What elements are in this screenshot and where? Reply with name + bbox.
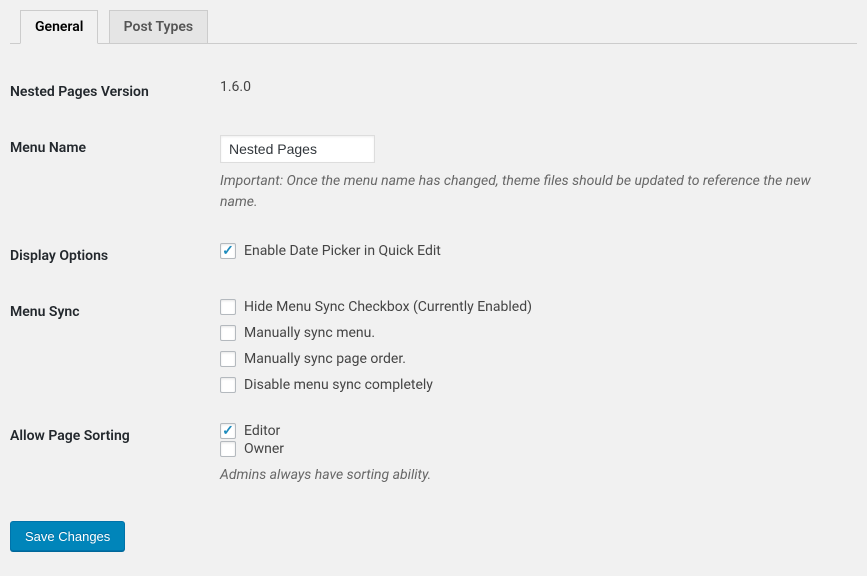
label-version: Nested Pages Version [10, 64, 210, 120]
label-role-owner: Owner [244, 441, 284, 457]
tab-general[interactable]: General [20, 10, 98, 44]
checkbox-role-owner[interactable] [220, 441, 236, 457]
checkbox-hide-menu-sync[interactable] [220, 299, 236, 315]
value-version: 1.6.0 [220, 79, 251, 95]
tab-post-types[interactable]: Post Types [109, 10, 209, 43]
label-role-editor: Editor [244, 423, 280, 439]
label-enable-datepicker: Enable Date Picker in Quick Edit [244, 243, 441, 259]
row-version: Nested Pages Version 1.6.0 [10, 64, 857, 120]
label-menu-sync: Menu Sync [10, 284, 210, 408]
label-menu-name: Menu Name [10, 120, 210, 228]
row-menu-name: Menu Name Important: Once the menu name … [10, 120, 857, 228]
row-allow-sorting: Allow Page Sorting Editor Owner Admins a… [10, 408, 857, 501]
label-manual-sync-menu: Manually sync menu. [244, 325, 375, 341]
row-menu-sync: Menu Sync Hide Menu Sync Checkbox (Curre… [10, 284, 857, 408]
menu-name-description: Important: Once the menu name has change… [220, 171, 847, 213]
allow-sorting-description: Admins always have sorting ability. [220, 465, 847, 486]
checkbox-role-editor[interactable] [220, 423, 236, 439]
checkbox-manual-sync-page-order[interactable] [220, 351, 236, 367]
label-display-options: Display Options [10, 228, 210, 284]
save-button[interactable]: Save Changes [10, 521, 125, 551]
row-display-options: Display Options Enable Date Picker in Qu… [10, 228, 857, 284]
label-disable-menu-sync: Disable menu sync completely [244, 377, 433, 393]
checkbox-enable-datepicker[interactable] [220, 243, 236, 259]
checkbox-manual-sync-menu[interactable] [220, 325, 236, 341]
label-manual-sync-page-order: Manually sync page order. [244, 351, 406, 367]
checkbox-disable-menu-sync[interactable] [220, 377, 236, 393]
label-allow-sorting: Allow Page Sorting [10, 408, 210, 501]
tab-bar: General Post Types [10, 0, 857, 44]
label-hide-menu-sync: Hide Menu Sync Checkbox (Currently Enabl… [244, 299, 532, 315]
menu-name-input[interactable] [220, 135, 375, 163]
settings-form: Nested Pages Version 1.6.0 Menu Name Imp… [10, 64, 857, 501]
